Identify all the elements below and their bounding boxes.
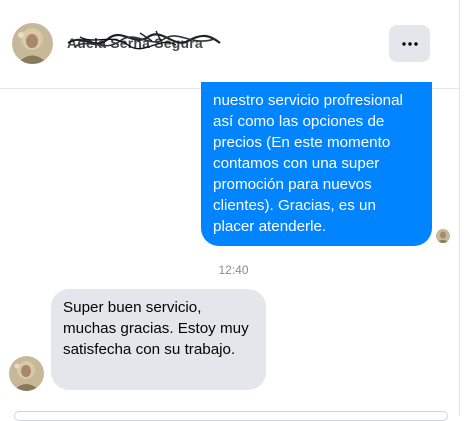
contact-name[interactable]: Adela Serna Segura bbox=[67, 35, 203, 51]
incoming-message[interactable]: Super buen servicio, muchas gracias. Est… bbox=[51, 289, 266, 390]
chat-header: Adela Serna Segura bbox=[0, 0, 459, 89]
message-composer[interactable] bbox=[14, 411, 448, 421]
more-options-button[interactable] bbox=[389, 25, 430, 62]
more-horizontal-icon bbox=[401, 41, 418, 46]
outgoing-message[interactable]: nuestro servicio profresional así como l… bbox=[201, 82, 432, 246]
panel-divider bbox=[459, 0, 460, 416]
seen-receipt-avatar bbox=[436, 229, 450, 243]
message-timestamp: 12:40 bbox=[218, 263, 249, 277]
sender-avatar[interactable] bbox=[9, 356, 44, 391]
contact-avatar[interactable] bbox=[12, 23, 53, 64]
